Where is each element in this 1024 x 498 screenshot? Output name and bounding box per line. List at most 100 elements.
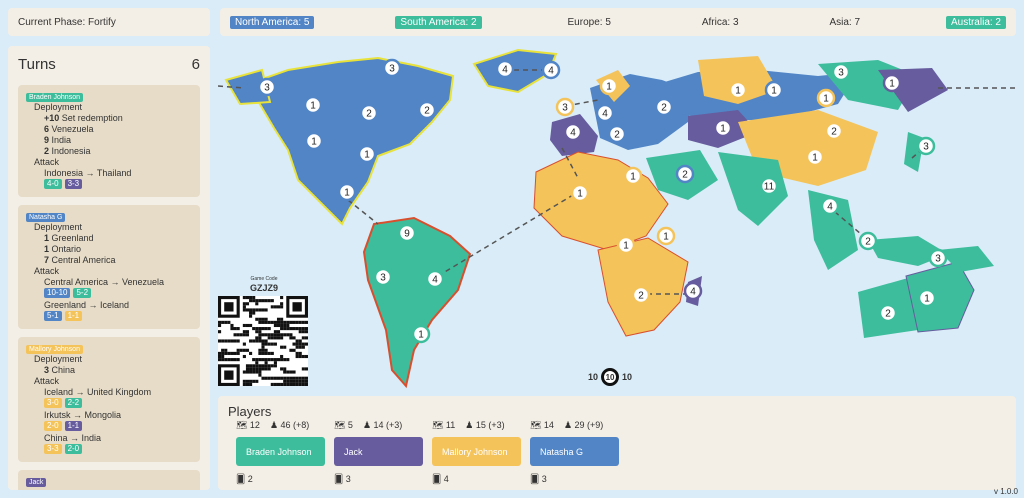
turn-counter: 10 10 10 [588,368,632,386]
troop-marker[interactable]: 9 [397,223,417,243]
svg-text:4: 4 [432,275,438,286]
troop-marker[interactable]: 2 [359,103,379,123]
troop-marker[interactable]: 2 [824,121,844,141]
turn-player-badge: Braden Johnson [26,93,83,102]
troop-marker[interactable]: 3 [916,136,936,156]
troop-marker[interactable]: 3 [555,97,575,117]
player-card-count: 🂠 3 [530,474,547,484]
svg-text:9: 9 [404,229,410,240]
svg-text:2: 2 [614,130,620,141]
deployment-label: Deployment [34,354,83,364]
svg-text:2: 2 [366,109,372,120]
continent-bonus: North America: 5 [230,15,315,29]
troop-marker[interactable]: 1 [764,80,784,100]
continent-bonus: South America: 2 [395,15,482,29]
svg-text:4: 4 [602,109,608,120]
svg-text:3: 3 [264,83,270,94]
troop-marker[interactable]: 3 [382,58,402,78]
svg-text:2: 2 [885,309,891,320]
attack-dice: 3-3 2-0 [44,444,192,454]
turn-entry[interactable]: Jack [18,470,200,490]
troop-marker[interactable]: 2 [417,100,437,120]
troop-marker[interactable]: 1 [713,118,733,138]
dice-result: 3-3 [64,179,83,189]
dice-result: 4-0 [44,179,62,189]
troop-marker[interactable]: 2 [675,164,695,184]
troop-marker[interactable]: 3 [373,267,393,287]
svg-text:1: 1 [735,86,741,97]
troop-marker[interactable]: 4 [820,196,840,216]
troop-marker[interactable]: 2 [654,97,674,117]
deployment-label: Deployment [34,222,83,232]
troop-marker[interactable]: 1 [411,324,431,344]
troop-marker[interactable]: 4 [541,60,561,80]
troop-marker[interactable]: 2 [607,124,627,144]
troop-marker[interactable]: 1 [337,182,357,202]
deployment-row: 1 Ontario [44,244,82,254]
troop-marker[interactable]: 1 [570,183,590,203]
troop-marker[interactable]: 1 [616,235,636,255]
troop-marker[interactable]: 1 [656,226,676,246]
troop-marker[interactable]: 1 [917,288,937,308]
turns-header: Turns 6 [8,46,210,79]
troop-marker[interactable]: 3 [257,77,277,97]
turn-counter-circle: 10 [601,368,620,386]
svg-text:1: 1 [606,82,612,93]
troop-marker[interactable]: 1 [304,131,324,151]
troop-marker[interactable]: 4 [425,269,445,289]
troop-marker[interactable]: 1 [805,147,825,167]
continent-bonus: Asia: 7 [829,16,861,28]
attack-row: China → India [44,433,102,443]
qr-code[interactable] [218,296,308,386]
troop-marker[interactable]: 4 [495,59,515,79]
territory-africa-north[interactable] [533,151,669,251]
troop-marker[interactable]: 1 [303,95,323,115]
turn-entry[interactable]: Mallory Johnson Deployment 3 China Attack Ic… [18,337,200,462]
troop-marker[interactable]: 4 [595,103,615,123]
attack-dice: 10-10 5-2 [44,288,192,298]
troop-marker[interactable]: 3 [831,62,851,82]
troop-marker[interactable]: 2 [878,303,898,323]
troop-marker[interactable]: 1 [816,88,836,108]
turn-list: Braden Johnson Deployment +10 Set redempti… [8,85,210,490]
troop-marker[interactable]: 2 [858,231,878,251]
svg-text:2: 2 [661,103,667,114]
territory-australia-east[interactable] [905,261,975,333]
troop-marker[interactable]: 4 [683,281,703,301]
player-stats: 🗺 12 ♟ 46 (+8) [236,420,309,431]
troop-marker[interactable]: 3 [928,248,948,268]
svg-text:4: 4 [548,66,554,77]
territory-count: 🗺 12 [236,420,260,430]
player-card[interactable]: Braden Johnson [236,437,325,466]
continent-bonus: Africa: 3 [701,16,739,28]
player-card[interactable]: Mallory Johnson [432,437,521,466]
player-card[interactable]: Jack [334,437,423,466]
attack-dice: 4-0 3-3 [44,179,192,189]
player-card-count: 🂠 4 [432,474,449,484]
players-title: Players [228,404,272,419]
troop-marker[interactable]: 4 [563,122,583,142]
troop-marker[interactable]: 1 [882,73,902,93]
deployment-row: 2 Indonesia [44,146,91,156]
svg-text:1: 1 [364,150,370,161]
turns-panel[interactable]: Turns 6 Braden Johnson Deployment +10 Set … [8,46,210,490]
svg-text:1: 1 [812,153,818,164]
troop-marker[interactable]: 1 [728,80,748,100]
troop-marker[interactable]: 2 [631,285,651,305]
troop-marker[interactable]: 1 [623,166,643,186]
troop-count: ♟ 14 (+3) [362,420,403,430]
territory-south-america[interactable] [362,216,472,389]
dice-result: 3-3 [44,444,62,454]
world-map[interactable]: 33 4 412 21113144 221 13111 2311 211149 11 233 42 4… [218,40,1018,392]
player-card[interactable]: Natasha G [530,437,619,466]
troop-count: ♟ 29 (+9) [563,420,604,430]
turn-entry[interactable]: Braden Johnson Deployment +10 Set redempti… [18,85,200,197]
turn-entry[interactable]: Natasha G Deployment 1 Greenland 1 Ontario 7… [18,205,200,329]
dice-result: 5-1 [44,311,62,321]
svg-text:1: 1 [771,86,777,97]
troop-marker[interactable]: 1 [599,76,619,96]
svg-text:1: 1 [630,172,636,183]
troop-marker[interactable]: 1 [357,144,377,164]
troop-marker[interactable]: 11 [759,176,779,196]
svg-text:3: 3 [935,254,941,265]
